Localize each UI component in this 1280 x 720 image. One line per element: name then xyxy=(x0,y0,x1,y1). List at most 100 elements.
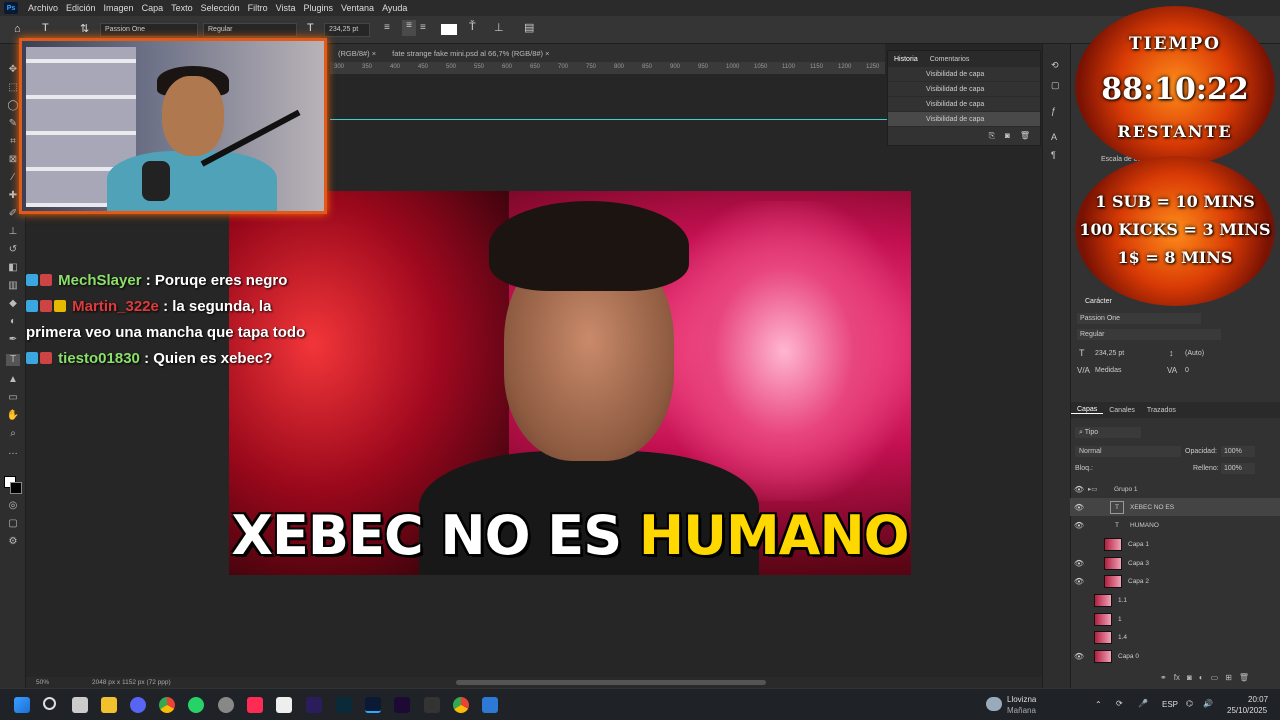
char-kerning[interactable]: Medidas xyxy=(1095,367,1121,374)
network-icon[interactable]: ⌬ xyxy=(1186,699,1193,708)
eyedropper-icon[interactable]: ⁄ xyxy=(6,172,20,184)
discord-icon[interactable] xyxy=(130,697,146,713)
photoshop-icon[interactable] xyxy=(365,697,381,713)
align-right-icon[interactable]: ≡ xyxy=(420,22,426,33)
opacity-input[interactable]: 100% xyxy=(1221,446,1255,457)
link-icon[interactable]: ⚭ xyxy=(1160,673,1167,682)
obs-icon[interactable] xyxy=(218,697,234,713)
quick-mask-icon[interactable]: ◎ xyxy=(6,500,20,512)
weather-icon[interactable] xyxy=(986,697,1002,711)
text-color-swatch[interactable] xyxy=(441,24,457,35)
menu-texto[interactable]: Texto xyxy=(167,3,197,13)
menu-capa[interactable]: Capa xyxy=(138,3,168,13)
layer-row[interactable]: 👁 T XEBEC NO ES xyxy=(1070,498,1280,516)
volume-icon[interactable]: 🔊 xyxy=(1203,699,1213,708)
tab-canales[interactable]: Canales xyxy=(1103,407,1141,414)
align-center-icon[interactable]: ≡ xyxy=(402,20,416,36)
language-indicator[interactable]: ESP xyxy=(1162,700,1178,709)
layer-filter-select[interactable]: ⌕ Tipo xyxy=(1075,427,1141,438)
move-tool-icon[interactable]: ✥ xyxy=(6,64,20,76)
menu-plugins[interactable]: Plugins xyxy=(300,3,338,13)
pen-tool-icon[interactable]: ✒ xyxy=(6,334,20,346)
blend-mode-select[interactable]: Normal xyxy=(1075,446,1181,457)
lightroom-icon[interactable] xyxy=(336,697,352,713)
type-tool-icon[interactable]: T xyxy=(42,22,49,34)
layer-row[interactable]: 👁 Capa 3 xyxy=(1070,554,1280,572)
blur-tool-icon[interactable]: ◆ xyxy=(6,298,20,310)
new-layer-icon[interactable]: ⊞ xyxy=(1225,673,1232,682)
sync-icon[interactable]: ⟳ xyxy=(1116,699,1123,708)
file-explorer-icon[interactable] xyxy=(101,697,117,713)
layer-row[interactable]: Capa 1 xyxy=(1070,535,1280,553)
windows-start-icon[interactable] xyxy=(14,697,30,713)
eye-icon[interactable]: 👁 xyxy=(1070,503,1088,512)
type-tool-active-icon[interactable]: T xyxy=(6,354,20,366)
eye-icon[interactable]: 👁 xyxy=(1070,559,1088,568)
tab-capas[interactable]: Capas xyxy=(1071,406,1104,414)
tiktok-icon[interactable] xyxy=(247,697,263,713)
horizontal-scrollbar[interactable] xyxy=(456,680,766,685)
menu-ayuda[interactable]: Ayuda xyxy=(378,3,411,13)
task-view-icon[interactable] xyxy=(72,697,88,713)
photos-icon[interactable] xyxy=(482,697,498,713)
history-row[interactable]: Visibilidad de capa xyxy=(888,82,1040,97)
orientation-icon[interactable]: ⇅ xyxy=(80,22,89,35)
tab-historia[interactable]: Historia xyxy=(888,56,924,63)
snapshot-icon[interactable]: ◙ xyxy=(1005,131,1010,141)
menu-seleccion[interactable]: Selección xyxy=(197,3,244,13)
font-style-select[interactable]: Regular xyxy=(203,23,297,37)
whatsapp-icon[interactable] xyxy=(188,697,204,713)
history-brush-icon[interactable]: ↺ xyxy=(6,244,20,256)
microphone-icon[interactable]: 🎤 xyxy=(1138,699,1148,708)
dodge-tool-icon[interactable]: ◐ xyxy=(6,316,20,328)
clone-stamp-icon[interactable]: ⊥ xyxy=(6,226,20,238)
character-panel-icon[interactable]: ▤ xyxy=(524,21,534,34)
search-icon[interactable] xyxy=(43,697,56,710)
menu-vista[interactable]: Vista xyxy=(272,3,300,13)
layer-row[interactable]: 1 xyxy=(1070,610,1280,628)
tab-trazados[interactable]: Trazados xyxy=(1141,407,1182,414)
adjustment-icon[interactable]: ◐ xyxy=(1199,673,1204,682)
char-leading[interactable]: (Auto) xyxy=(1185,350,1204,357)
thumbnail-canvas[interactable]: XEBEC NO ES HUMANO xyxy=(229,191,911,575)
font-size-select[interactable]: 234,25 pt xyxy=(324,23,370,37)
char-tracking[interactable]: 0 xyxy=(1185,367,1189,374)
layer-row[interactable]: 1.4 xyxy=(1070,628,1280,646)
adjustments-panel-icon[interactable]: ƒ xyxy=(1051,106,1056,116)
history-row[interactable]: Visibilidad de capa xyxy=(888,97,1040,112)
layer-row[interactable]: 1.1 xyxy=(1070,591,1280,609)
layer-row[interactable]: 👁 T HUMANO xyxy=(1070,516,1280,534)
trash-icon[interactable]: 🗑 xyxy=(1239,673,1249,682)
more-tools-icon[interactable]: … xyxy=(6,446,20,458)
tab-comentarios[interactable]: Comentarios xyxy=(924,56,976,63)
align-left-icon[interactable]: ≡ xyxy=(384,22,390,33)
chrome-profile-icon[interactable] xyxy=(453,697,469,713)
edit-toolbar-icon[interactable]: ⚙ xyxy=(6,536,20,548)
layer-row[interactable]: 👁 Capa 2 xyxy=(1070,572,1280,590)
zoom-level[interactable]: 50% xyxy=(36,679,49,686)
menu-imagen[interactable]: Imagen xyxy=(100,3,138,13)
brush-tool-icon[interactable]: ✐ xyxy=(6,208,20,220)
path-select-icon[interactable]: ▲ xyxy=(6,374,20,386)
gradient-tool-icon[interactable]: ▥ xyxy=(6,280,20,292)
eraser-tool-icon[interactable]: ◧ xyxy=(6,262,20,274)
folder-icon[interactable]: ▭ xyxy=(1211,673,1219,682)
menu-ventana[interactable]: Ventana xyxy=(337,3,378,13)
trash-icon[interactable]: 🗑 xyxy=(1020,131,1030,141)
capcut-icon[interactable] xyxy=(276,697,292,713)
tab-document-1[interactable]: (RGB/8#) × xyxy=(330,49,384,58)
menu-edicion[interactable]: Edición xyxy=(62,3,100,13)
premiere-icon[interactable] xyxy=(394,697,410,713)
history-panel-icon[interactable]: ⟲ xyxy=(1051,60,1059,71)
history-row[interactable]: Visibilidad de capa xyxy=(888,112,1040,127)
screen-mode-icon[interactable]: ▢ xyxy=(6,518,20,530)
clock-time[interactable]: 20:07 xyxy=(1248,695,1268,704)
crop-tool-icon[interactable]: ⌗ xyxy=(6,136,20,148)
menu-filtro[interactable]: Filtro xyxy=(244,3,272,13)
zoom-tool-icon[interactable]: ⌕ xyxy=(6,428,20,440)
home-icon[interactable]: ⌂ xyxy=(14,23,21,35)
char-font-style[interactable]: Regular xyxy=(1077,329,1221,340)
new-document-icon[interactable]: ⎘ xyxy=(989,131,995,141)
char-font-family[interactable]: Passion One xyxy=(1077,313,1201,324)
char-size[interactable]: 234,25 pt xyxy=(1095,350,1124,357)
